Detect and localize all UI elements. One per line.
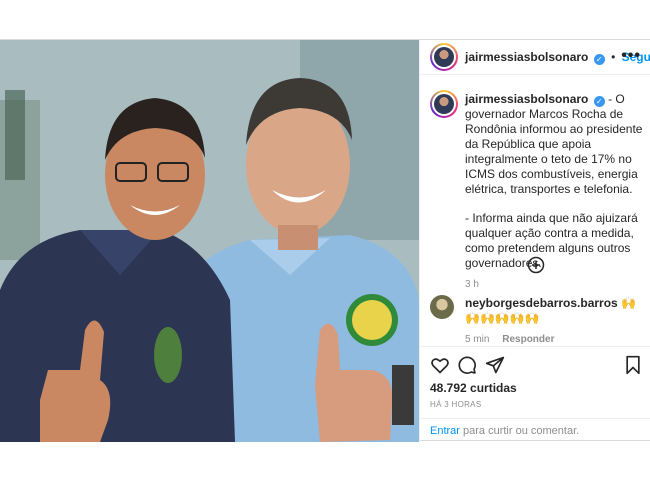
commenter-avatar[interactable]	[430, 295, 454, 319]
likes-count[interactable]: 48.792 curtidas	[430, 381, 517, 395]
comment-icon[interactable]	[457, 355, 477, 375]
login-prompt: Entrar para curtir ou comentar.	[420, 418, 650, 442]
separator-dot: •	[611, 50, 616, 64]
reply-button[interactable]: Responder	[502, 334, 554, 345]
post-side-panel: jairmessiasbolsonaro ✓ • Seguir ••• jair…	[419, 40, 650, 442]
caption-time: 3 h	[465, 279, 479, 290]
comment-meta: 5 min Responder	[465, 334, 554, 345]
caption-text: jairmessiasbolsonaro ✓ - O governador Ma…	[465, 92, 645, 271]
login-link[interactable]: Entrar	[430, 425, 460, 437]
caption-paragraph-1: - O governador Marcos Rocha de Rondônia …	[465, 92, 643, 196]
share-icon[interactable]	[485, 355, 505, 375]
caption-avatar[interactable]	[430, 90, 458, 118]
commenter-username[interactable]: neyborgesdebarros.barros	[465, 296, 618, 310]
bookmark-icon[interactable]	[623, 355, 643, 375]
caption-paragraph-2: - Informa ainda que não ajuizará qualque…	[465, 211, 638, 270]
post-photo-illustration	[0, 40, 419, 442]
add-circle-icon[interactable]	[527, 256, 545, 274]
author-username[interactable]: jairmessiasbolsonaro	[465, 50, 588, 64]
posted-time: HÁ 3 HORAS	[430, 400, 482, 409]
post-header: jairmessiasbolsonaro ✓ • Seguir •••	[420, 40, 650, 75]
action-bar	[420, 346, 650, 376]
author-avatar[interactable]	[430, 43, 458, 71]
comment-text: neyborgesdebarros.barros 🙌🙌🙌🙌🙌🙌	[465, 296, 645, 326]
verified-badge-icon: ✓	[593, 54, 605, 65]
instagram-post: jairmessiasbolsonaro ✓ • Seguir ••• jair…	[0, 39, 650, 442]
heart-icon[interactable]	[430, 355, 450, 375]
more-options-icon[interactable]: •••	[621, 48, 641, 64]
comment-time: 5 min	[465, 334, 490, 345]
verified-badge-icon: ✓	[593, 96, 605, 107]
login-prompt-rest: para curtir ou comentar.	[459, 425, 580, 437]
caption-username[interactable]: jairmessiasbolsonaro	[465, 92, 588, 106]
post-photo[interactable]	[0, 40, 419, 442]
login-prompt-text: Entrar para curtir ou comentar.	[430, 425, 579, 437]
